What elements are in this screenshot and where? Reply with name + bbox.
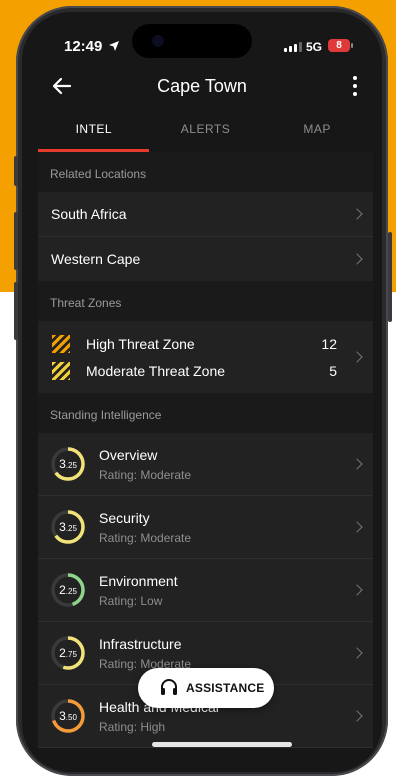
rating-score: 3.25 — [59, 520, 77, 534]
intel-title: Overview — [99, 447, 158, 463]
status-bar: 12:49 5G 8 — [22, 12, 382, 68]
headset-icon — [161, 679, 177, 695]
tab-alerts[interactable]: ALERTS — [150, 112, 262, 152]
rating-score: 2.25 — [59, 583, 77, 597]
intel-item-overview[interactable]: 3.25 Overview Rating: Moderate — [38, 433, 373, 496]
chevron-right-icon — [351, 521, 363, 533]
signal-icon — [284, 42, 302, 52]
intel-rating: Rating: Low — [99, 594, 163, 608]
zone-count: 12 — [321, 336, 337, 352]
camera-icon — [152, 35, 164, 47]
network-type: 5G — [306, 40, 323, 54]
intel-rating: Rating: Moderate — [99, 468, 192, 482]
zone-high: High Threat Zone 12 — [38, 333, 373, 357]
chevron-right-icon — [351, 584, 363, 596]
phone-volume-up — [14, 212, 18, 270]
status-time: 12:49 — [64, 38, 119, 55]
more-options-icon[interactable] — [352, 76, 358, 96]
intel-rating: Rating: High — [99, 720, 166, 734]
phone-mute-switch — [14, 156, 18, 186]
intel-item-security[interactable]: 3.25 Security Rating: Moderate — [38, 496, 373, 559]
zone-label: Moderate Threat Zone — [86, 363, 226, 379]
related-location-south-africa[interactable]: South Africa — [38, 192, 373, 237]
moderate-threat-hatch-icon — [52, 362, 70, 380]
tab-map[interactable]: MAP — [261, 112, 373, 152]
phone-volume-down — [14, 282, 18, 340]
intel-item-environment[interactable]: 2.25 Environment Rating: Low — [38, 559, 373, 622]
chevron-right-icon — [351, 458, 363, 470]
intel-title: Security — [99, 510, 150, 526]
zone-label: High Threat Zone — [86, 336, 195, 352]
related-locations-list: South Africa Western Cape — [38, 192, 373, 281]
threat-zones-row[interactable]: High Threat Zone 12 Moderate Threat Zone… — [38, 321, 373, 393]
assistance-button[interactable]: ASSISTANCE — [138, 668, 274, 708]
tab-intel[interactable]: INTEL — [38, 112, 150, 152]
top-app-bar: Cape Town — [22, 68, 382, 108]
rating-score: 2.75 — [59, 646, 77, 660]
chevron-right-icon — [351, 208, 363, 220]
app-screen: 12:49 5G 8 Cape Town INTEL ALERTS MAP Re… — [22, 12, 382, 772]
assistance-label: ASSISTANCE — [186, 681, 265, 695]
tab-bar: INTEL ALERTS MAP — [38, 112, 373, 152]
chevron-right-icon — [351, 253, 363, 265]
zone-count: 5 — [329, 363, 337, 379]
section-header-intel: Standing Intelligence — [38, 393, 373, 433]
intel-title: Infrastructure — [99, 636, 182, 652]
related-location-western-cape[interactable]: Western Cape — [38, 237, 373, 281]
section-header-related: Related Locations — [38, 152, 373, 192]
intel-rating: Rating: Moderate — [99, 531, 192, 545]
zone-moderate: Moderate Threat Zone 5 — [38, 360, 373, 384]
intel-title: Environment — [99, 573, 178, 589]
chevron-right-icon — [351, 647, 363, 659]
battery-icon: 8 — [328, 39, 353, 52]
rating-score: 3.25 — [59, 457, 77, 471]
phone-power-button — [388, 232, 392, 322]
intel-content: Related Locations South Africa Western C… — [38, 152, 373, 748]
list-item-label: Western Cape — [51, 251, 141, 267]
page-title: Cape Town — [157, 76, 247, 96]
home-indicator — [152, 742, 292, 747]
rating-score: 3.50 — [59, 709, 77, 723]
dynamic-island — [132, 24, 252, 58]
section-header-zones: Threat Zones — [38, 281, 373, 321]
list-item-label: South Africa — [51, 206, 127, 222]
location-arrow-icon — [108, 41, 119, 51]
chevron-right-icon — [351, 710, 363, 722]
high-threat-hatch-icon — [52, 335, 70, 353]
